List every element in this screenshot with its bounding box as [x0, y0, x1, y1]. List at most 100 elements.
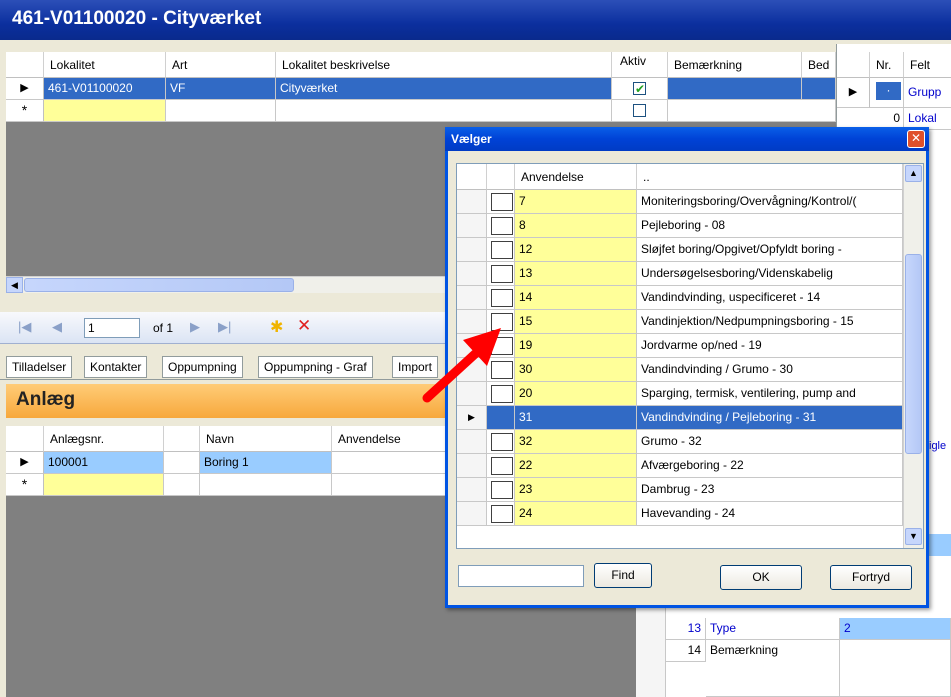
checkbox-box[interactable] [491, 265, 513, 283]
dialog-row-text[interactable]: Vandinjektion/Nedpumpningsboring - 15 [637, 310, 903, 334]
dialog-row-text[interactable]: Sparging, termisk, ventilering, pump and [637, 382, 903, 406]
cell-aktiv[interactable]: ✔ [612, 78, 668, 100]
cell-navn[interactable]: Boring 1 [200, 452, 332, 474]
new-row-lokalitet[interactable] [44, 100, 166, 122]
col-dialog-beskrivelse[interactable]: .. [637, 164, 903, 190]
ok-button[interactable]: OK [720, 565, 802, 590]
dialog-row-code[interactable]: 7 [515, 190, 637, 214]
dialog-row-checkbox[interactable] [487, 190, 515, 214]
checkbox-box[interactable] [491, 457, 513, 475]
last-icon[interactable]: ▶| [218, 319, 231, 335]
scroll-left-icon[interactable]: ◀ [6, 277, 23, 293]
tab-oppumpning-graf[interactable]: Oppumpning - Graf [258, 356, 373, 378]
right-row-grupp[interactable]: Grupp [904, 78, 951, 108]
cell-art[interactable]: VF [166, 78, 276, 100]
cell-anvendelse[interactable] [332, 452, 446, 474]
dialog-row-code[interactable]: 15 [515, 310, 637, 334]
delete-icon[interactable]: ✕ [297, 316, 311, 336]
dialog-row-code[interactable]: 12 [515, 238, 637, 262]
add-icon[interactable]: ✱ [270, 317, 283, 337]
dialog-row-code[interactable]: 32 [515, 430, 637, 454]
find-button[interactable]: Find [594, 563, 652, 588]
dialog-row-text[interactable]: Jordvarme op/ned - 19 [637, 334, 903, 358]
top-grid-hscrollbar[interactable]: ◀ [6, 276, 446, 293]
position-input[interactable]: 1 [84, 318, 140, 338]
dialog-row-code[interactable]: 19 [515, 334, 637, 358]
dialog-row-checkbox[interactable] [487, 406, 515, 430]
dialog-row-text[interactable]: Grumo - 32 [637, 430, 903, 454]
col-anlaegsnr[interactable]: Anlægsnr. [44, 426, 164, 452]
checkbox-box[interactable] [491, 481, 513, 499]
checkbox-box[interactable] [491, 241, 513, 259]
right-row-13-value[interactable]: 2 [840, 618, 951, 640]
col-art[interactable]: Art [166, 52, 276, 78]
dialog-row-code[interactable]: 30 [515, 358, 637, 382]
col-lokalitet-beskrivelse[interactable]: Lokalitet beskrivelse [276, 52, 612, 78]
checkbox-box[interactable] [491, 433, 513, 451]
dialog-row-text[interactable]: Vandindvinding, uspecificeret - 14 [637, 286, 903, 310]
dialog-row-code[interactable]: 14 [515, 286, 637, 310]
dialog-row-code[interactable]: 22 [515, 454, 637, 478]
dialog-row-checkbox[interactable] [487, 238, 515, 262]
dialog-row-code[interactable]: 23 [515, 478, 637, 502]
cell-bemaerkning[interactable] [668, 78, 802, 100]
scroll-thumb[interactable] [905, 254, 922, 454]
checkbox-box[interactable] [491, 193, 513, 211]
cancel-button[interactable]: Fortryd [830, 565, 912, 590]
first-icon[interactable]: |◀ [18, 319, 31, 335]
cell-beskrivelse[interactable]: Cityværket [276, 78, 612, 100]
dialog-row-checkbox[interactable] [487, 478, 515, 502]
cell-lokalitet[interactable]: 461-V01100020 [44, 78, 166, 100]
col-aktiv[interactable]: Aktiv [612, 52, 668, 78]
dialog-row-text[interactable]: Undersøgelsesboring/Videnskabelig [637, 262, 903, 286]
col-nr[interactable]: Nr. [870, 52, 904, 78]
cell-anlaegsnr[interactable]: 100001 [44, 452, 164, 474]
scroll-down-icon[interactable]: ▼ [905, 528, 922, 545]
dialog-row-text[interactable]: Moniteringsboring/Overvågning/Kontrol/( [637, 190, 903, 214]
col-lokalitet[interactable]: Lokalitet [44, 52, 166, 78]
dialog-row-text[interactable]: Afværgeboring - 22 [637, 454, 903, 478]
dialog-row-text[interactable]: Vandindvinding / Grumo - 30 [637, 358, 903, 382]
col-navn[interactable]: Navn [200, 426, 332, 452]
right-row-14-felt[interactable]: Bemærkning [706, 640, 840, 697]
col-dialog-anvendelse[interactable]: Anvendelse [515, 164, 637, 190]
col-bemaerkning[interactable]: Bemærkning [668, 52, 802, 78]
tab-kontakter[interactable]: Kontakter [84, 356, 148, 378]
right-row-13-felt[interactable]: Type [706, 618, 840, 640]
dialog-row-text[interactable]: Dambrug - 23 [637, 478, 903, 502]
tab-oppumpning[interactable]: Oppumpning [162, 356, 243, 378]
checkbox-box[interactable] [491, 217, 513, 235]
dialog-row-code[interactable]: 31 [515, 406, 637, 430]
dialog-row-text[interactable]: Vandindvinding / Pejleboring - 31 [637, 406, 903, 430]
dialog-row-code[interactable]: 13 [515, 262, 637, 286]
next-icon[interactable]: ▶ [190, 319, 200, 335]
dialog-row-text[interactable]: Havevanding - 24 [637, 502, 903, 526]
dialog-row-text[interactable]: Sløjfet boring/Opgivet/Opfyldt boring - [637, 238, 903, 262]
right-row-14-value[interactable] [840, 640, 951, 697]
scroll-up-icon[interactable]: ▲ [905, 165, 922, 182]
col-felt[interactable]: Felt [904, 52, 951, 78]
dialog-vscrollbar[interactable]: ▲ ▼ [903, 164, 923, 548]
dialog-row-checkbox[interactable] [487, 502, 515, 526]
checkbox-box[interactable] [491, 505, 513, 523]
aktiv-checkbox[interactable]: ✔ [633, 82, 646, 96]
dialog-row-code[interactable]: 20 [515, 382, 637, 406]
tab-tilladelser[interactable]: Tilladelser [6, 356, 73, 378]
dialog-row-checkbox[interactable] [487, 430, 515, 454]
dialog-row-text[interactable]: Pejleboring - 08 [637, 214, 903, 238]
dialog-row-checkbox[interactable] [487, 454, 515, 478]
dialog-row-code[interactable]: 8 [515, 214, 637, 238]
checkbox-box[interactable] [491, 409, 513, 427]
dialog-row-checkbox[interactable] [487, 214, 515, 238]
prev-icon[interactable]: ◀ [52, 319, 62, 335]
checkbox-box[interactable] [491, 289, 513, 307]
dialog-row-code[interactable]: 24 [515, 502, 637, 526]
find-input[interactable] [458, 565, 584, 587]
new-row-aktiv-checkbox[interactable] [633, 104, 646, 118]
col-blank[interactable] [164, 426, 200, 452]
col-bed[interactable]: Bed [802, 52, 836, 78]
dialog-row-checkbox[interactable] [487, 262, 515, 286]
col-anvendelse[interactable]: Anvendelse [332, 426, 446, 452]
dialog-row-checkbox[interactable] [487, 286, 515, 310]
close-icon[interactable]: ✕ [907, 130, 925, 148]
